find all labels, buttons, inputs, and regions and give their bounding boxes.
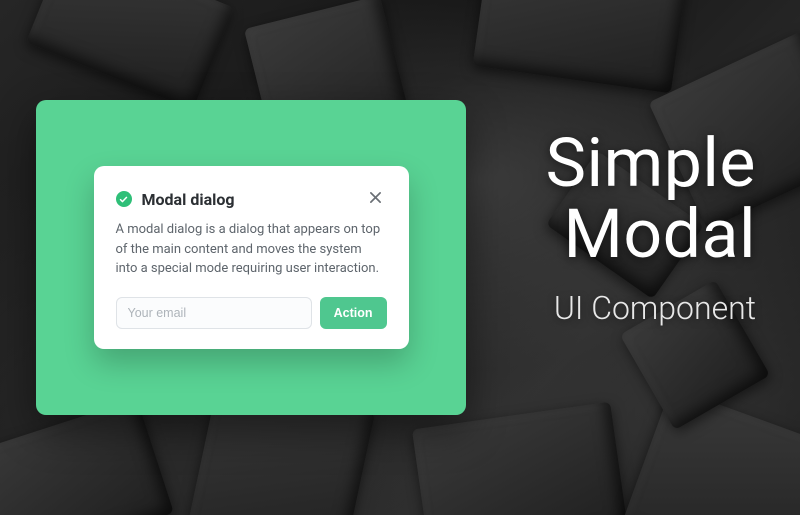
headline-sub: UI Component — [436, 289, 756, 327]
close-icon — [369, 191, 382, 207]
modal-title: Modal dialog — [142, 190, 355, 209]
modal-actions: Action — [116, 297, 387, 329]
modal-header: Modal dialog — [116, 188, 387, 210]
email-field[interactable] — [116, 297, 312, 329]
close-button[interactable] — [365, 188, 387, 210]
headline-line-1: Simple — [436, 128, 756, 199]
modal-dialog: Modal dialog A modal dialog is a dialog … — [94, 166, 409, 349]
modal-body-text: A modal dialog is a dialog that appears … — [116, 220, 387, 279]
stage: Simple Modal UI Component Modal dialog A… — [0, 0, 800, 515]
action-button[interactable]: Action — [320, 297, 387, 329]
check-circle-icon — [116, 191, 132, 207]
headline-line-2: Modal — [436, 199, 756, 270]
preview-panel: Modal dialog A modal dialog is a dialog … — [36, 100, 466, 415]
headline: Simple Modal UI Component — [436, 128, 756, 327]
